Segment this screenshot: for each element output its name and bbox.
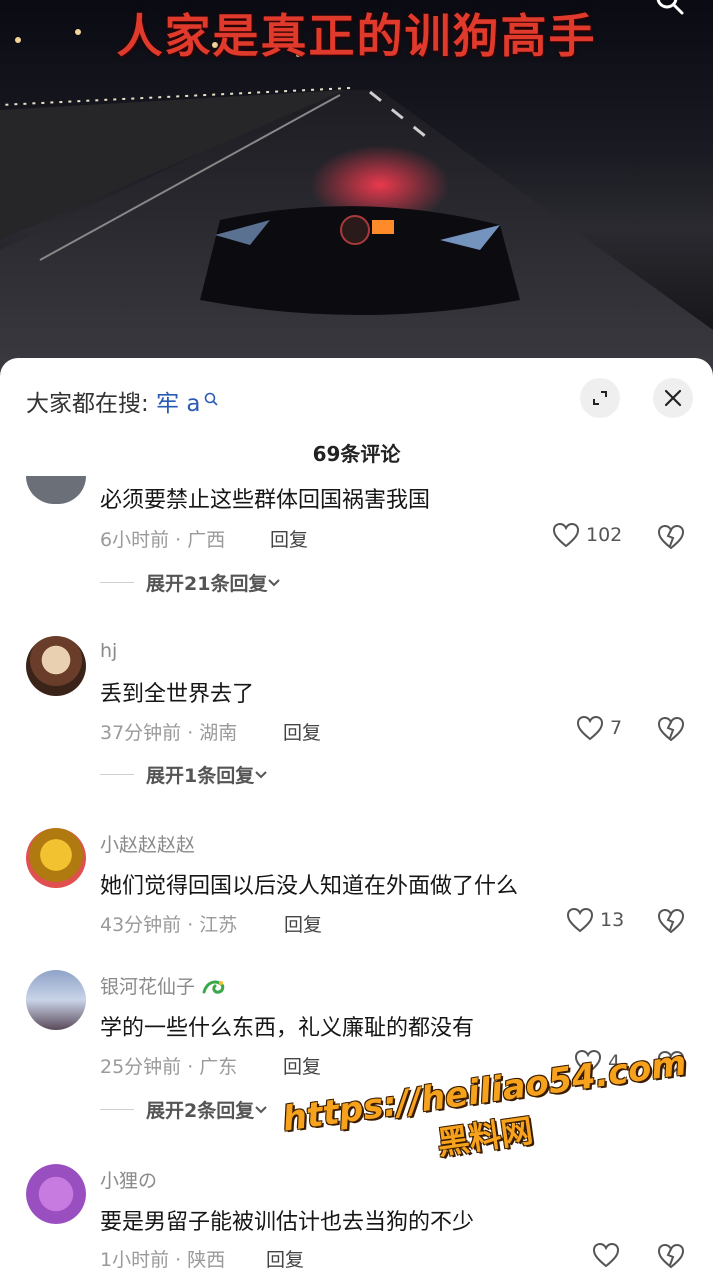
comment-text: 学的一些什么东西，礼义廉耻的都没有 (100, 1016, 475, 1041)
like-count: 102 (586, 524, 623, 546)
search-icon[interactable] (655, 0, 685, 16)
comment-username[interactable]: hj (100, 640, 117, 662)
broken-heart-icon[interactable] (657, 524, 685, 550)
avatar[interactable] (26, 828, 86, 888)
heart-icon (552, 522, 580, 548)
avatar[interactable] (26, 636, 86, 696)
chevron-down-icon (255, 770, 267, 778)
comment-meta: 43分钟前 · 江苏 (100, 914, 238, 936)
heart-icon (566, 907, 594, 933)
expand-replies-button[interactable]: 展开1条回复 (100, 761, 268, 788)
comment-text: 必须要禁止这些群体回国祸害我国 (100, 488, 431, 513)
comment-meta: 25分钟前 · 广东 (100, 1056, 238, 1078)
like-count: 7 (610, 717, 623, 739)
reply-button[interactable]: 回复 (283, 718, 321, 745)
comment-username[interactable]: 小赵赵赵赵 (100, 830, 195, 857)
dragon-emoji-icon (201, 974, 227, 1001)
like-button[interactable]: 102 (552, 522, 622, 548)
search-suggestion[interactable]: 大家都在搜: 牢 a (26, 384, 219, 418)
video-player[interactable]: 人家是真正的训狗高手 (0, 0, 713, 380)
expand-replies-label: 展开2条回复 (146, 1100, 255, 1122)
broken-heart-icon[interactable] (657, 716, 685, 742)
search-suggestion-keyword[interactable]: 牢 a (156, 391, 200, 417)
search-icon (204, 386, 219, 412)
comment-count: 69条评论 (312, 442, 401, 466)
avatar[interactable] (26, 1164, 86, 1224)
comment-username[interactable]: 小狸の (100, 1166, 157, 1193)
expand-replies-label: 展开1条回复 (146, 765, 255, 787)
reply-button[interactable]: 回复 (283, 1052, 321, 1079)
reply-button[interactable]: 回复 (266, 1245, 304, 1272)
close-icon (664, 389, 682, 407)
like-count: 13 (600, 909, 625, 931)
fullscreen-icon (593, 391, 607, 405)
comment-text: 丢到全世界去了 (100, 682, 255, 707)
comment-text: 要是男留子能被训估计也去当狗的不少 (100, 1210, 475, 1235)
reply-button[interactable]: 回复 (284, 910, 322, 937)
avatar[interactable] (26, 970, 86, 1030)
chevron-down-icon (255, 1105, 267, 1113)
comment-meta: 6小时前 · 广西 (100, 529, 226, 551)
avatar[interactable] (26, 476, 86, 504)
broken-heart-icon[interactable] (657, 908, 685, 934)
fullscreen-button[interactable] (580, 378, 620, 418)
expand-replies-button[interactable]: 展开2条回复 (100, 1096, 268, 1123)
chevron-down-icon (268, 578, 281, 586)
broken-heart-icon[interactable] (657, 1243, 685, 1269)
heart-icon (592, 1242, 620, 1268)
heart-icon (576, 715, 604, 741)
comment-text: 她们觉得回国以后没人知道在外面做了什么 (100, 874, 519, 899)
like-button[interactable]: 7 (576, 715, 622, 741)
close-button[interactable] (653, 378, 693, 418)
expand-replies-button[interactable]: 展开21条回复 (100, 569, 281, 596)
reply-button[interactable]: 回复 (270, 525, 308, 552)
comment-meta: 37分钟前 · 湖南 (100, 722, 238, 744)
like-button[interactable]: 13 (566, 907, 624, 933)
like-button[interactable] (592, 1242, 620, 1268)
expand-replies-label: 展开21条回复 (146, 573, 268, 595)
comment-meta: 1小时前 · 陕西 (100, 1249, 226, 1271)
search-suggestion-label: 大家都在搜: (26, 391, 149, 417)
comment-username-row: 银河花仙子 (100, 972, 227, 1001)
video-title: 人家是真正的训狗高手 (116, 9, 597, 63)
comment-username[interactable]: 银河花仙子 (100, 976, 195, 998)
